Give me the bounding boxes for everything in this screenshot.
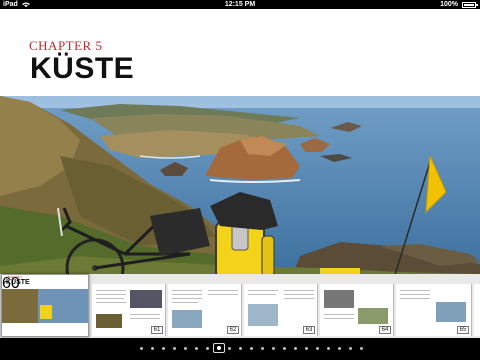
page-dot[interactable] [195,347,198,350]
book-page[interactable]: CHAPTER 5 KÜSTE [0,9,480,96]
page-dot[interactable] [206,347,209,350]
page-dot[interactable] [272,347,275,350]
page-dot[interactable] [338,347,341,350]
page-indicator[interactable] [0,338,480,360]
chapter-photo [0,96,480,282]
chapter-title: KÜSTE [30,52,135,85]
page-dot[interactable] [173,347,176,350]
page-number: 64 [379,326,391,334]
page-dot[interactable] [349,347,352,350]
page-dot[interactable] [151,347,154,350]
battery-percent: 100% [440,1,458,8]
status-bar: iPad 12:15 PM 100% [0,0,480,9]
thumbnail-spread[interactable]: 64 [320,284,394,336]
page-dot[interactable] [305,347,308,350]
page-dot[interactable] [261,347,264,350]
thumbnail-spread[interactable]: 61 [92,284,166,336]
page-dot[interactable] [250,347,253,350]
page-number: 62 [227,326,239,334]
thumbnail-spread[interactable]: 65 [396,284,472,336]
page-indicator-current[interactable] [213,343,225,353]
thumbnail-current[interactable]: CHAPTER 5 KÜSTE 60 [1,274,89,337]
page-number: 65 [457,326,469,334]
thumbnail-spread[interactable] [474,284,480,336]
page-dot[interactable] [162,347,165,350]
page-dot[interactable] [283,347,286,350]
thumbnail-chapter-title: KÜSTE [6,279,30,286]
page-dot[interactable] [316,347,319,350]
thumbnail-spread[interactable]: 62 [168,284,242,336]
page-dot[interactable] [294,347,297,350]
clock: 12:15 PM [224,1,256,8]
page-number: 63 [303,326,315,334]
page-dot[interactable] [239,347,242,350]
thumbnail-spread[interactable]: 63 [244,284,318,336]
battery-icon [462,2,478,8]
page-thumbnail-strip[interactable]: CHAPTER 5 KÜSTE 60 61 62 63 64 65 [0,274,480,338]
chapter-label: CHAPTER 5 [29,38,103,53]
page-dot[interactable] [140,347,143,350]
page-dot[interactable] [228,347,231,350]
page-number: 61 [151,326,163,334]
page-dot[interactable] [327,347,330,350]
page-dot[interactable] [184,347,187,350]
page-dot[interactable] [360,347,363,350]
